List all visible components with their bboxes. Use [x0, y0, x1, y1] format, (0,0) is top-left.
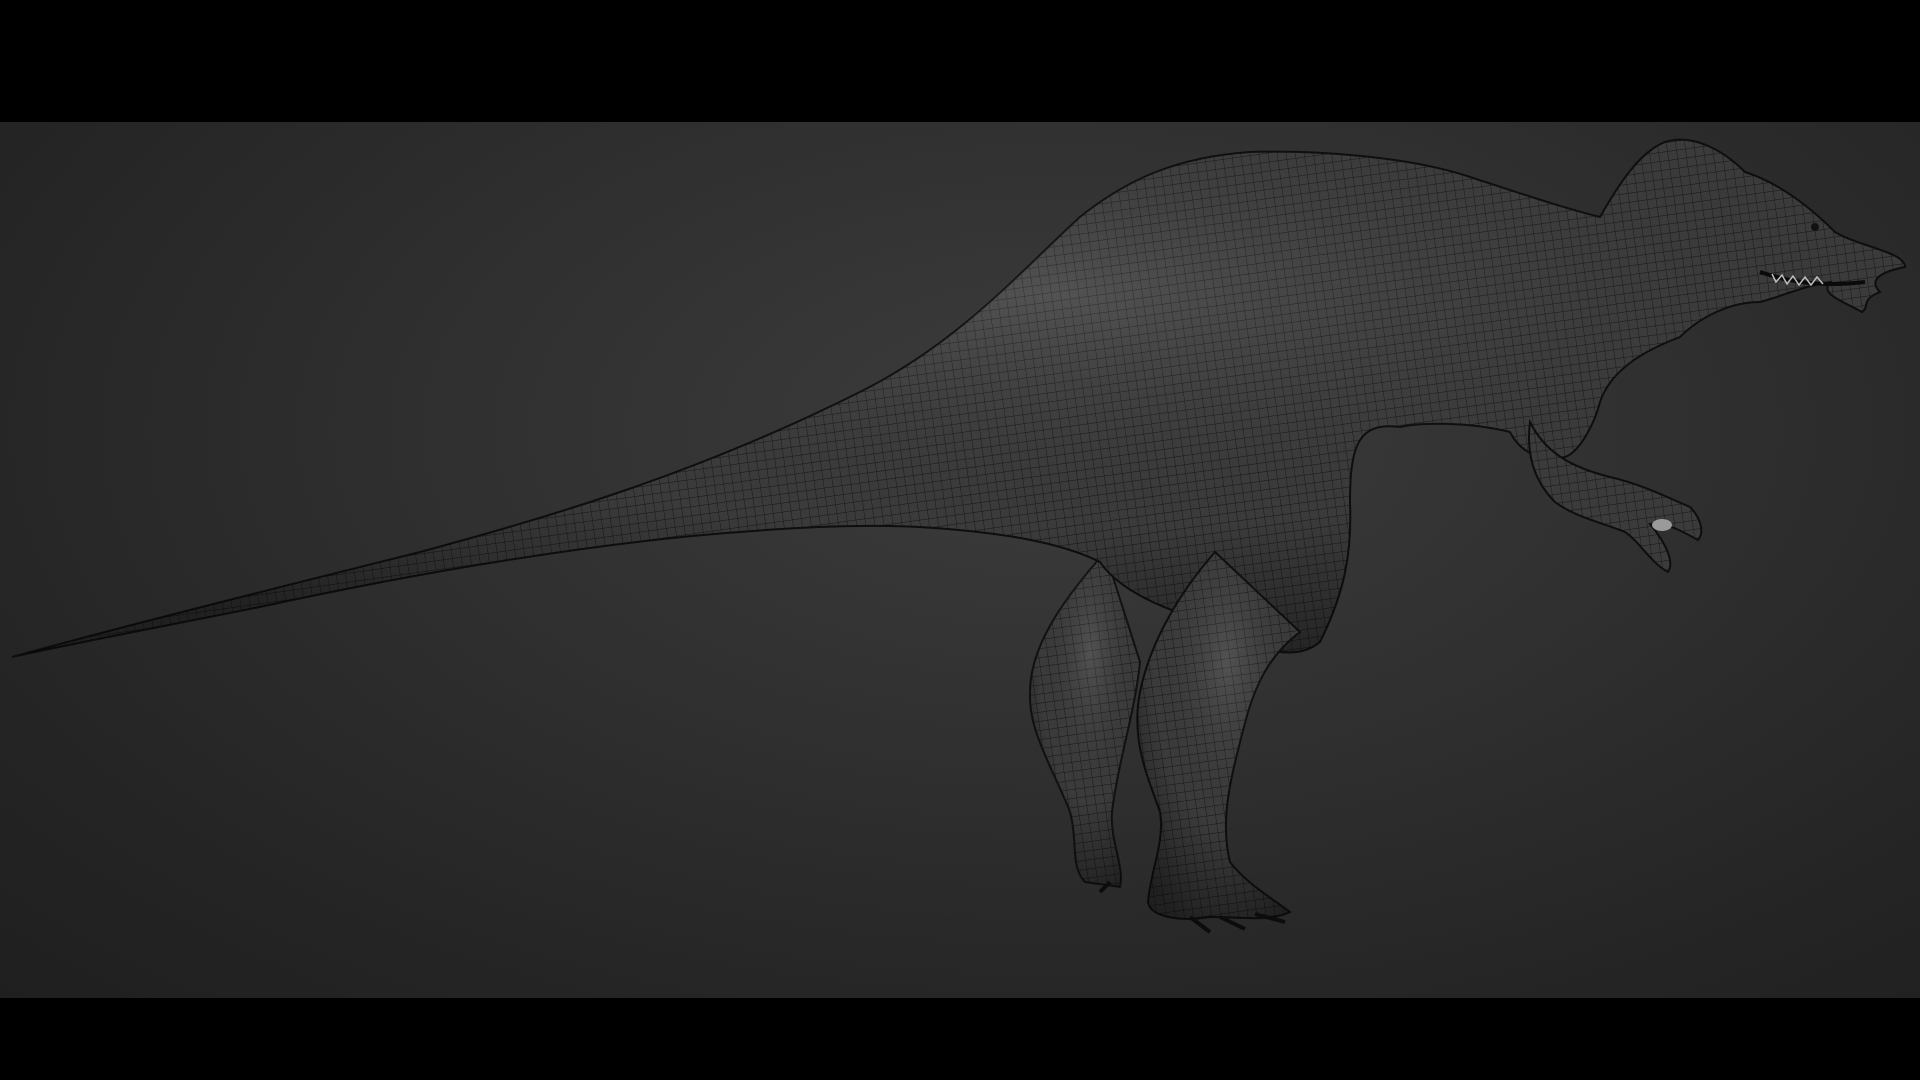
letterbox-bottom: [0, 998, 1920, 1080]
screen-frame: [0, 0, 1920, 1080]
3d-viewport[interactable]: [0, 122, 1920, 998]
eye-icon: [1811, 223, 1819, 231]
forearm-highlight: [1652, 519, 1672, 531]
dinosaur-mesh-icon[interactable]: [0, 122, 1920, 998]
letterbox-top: [0, 0, 1920, 122]
